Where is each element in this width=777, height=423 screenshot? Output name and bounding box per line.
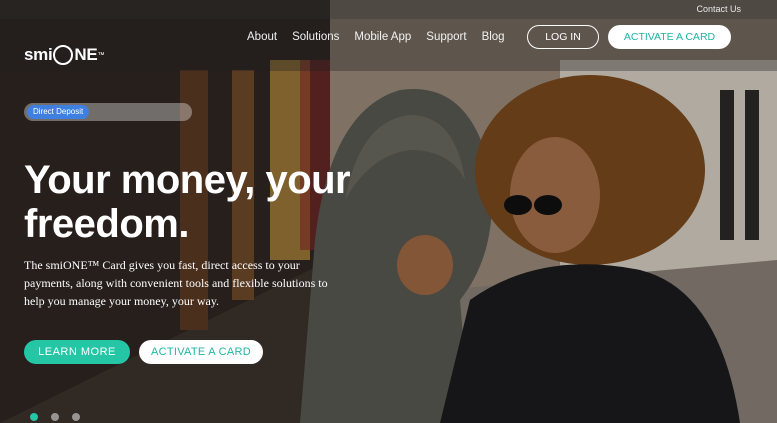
nav-item-mobile-app[interactable]: Mobile App [354, 31, 411, 43]
carousel-dot-1[interactable] [30, 413, 38, 421]
hero-headline: Your money, your freedom. [24, 158, 351, 246]
header-activate-card-button[interactable]: ACTIVATE A CARD [608, 25, 731, 49]
logo-wordmark-prefix: smi [24, 45, 53, 64]
contact-us-link[interactable]: Contact Us [696, 4, 741, 14]
trademark-mark: ™ [97, 51, 105, 59]
utility-bar: Contact Us [0, 0, 777, 19]
login-button[interactable]: LOG IN [527, 25, 599, 49]
hero-activate-card-button[interactable]: ACTIVATE A CARD [139, 340, 263, 364]
nav-item-blog[interactable]: Blog [482, 31, 505, 43]
direct-deposit-badge[interactable]: Direct Deposit [27, 105, 90, 119]
carousel-dot-2[interactable] [51, 413, 59, 421]
learn-more-button[interactable]: LEARN MORE [24, 340, 130, 364]
site-logo[interactable]: smi NE ™ [24, 44, 104, 66]
carousel-indicators [30, 413, 93, 421]
nav-item-about[interactable]: About [247, 31, 277, 43]
smione-logo-mark-icon [53, 45, 74, 65]
main-nav: About Solutions Mobile App Support Blog [247, 31, 520, 43]
logo-wordmark-suffix: NE [74, 45, 98, 64]
nav-item-solutions[interactable]: Solutions [292, 31, 339, 43]
hero-subtext: The smiONE™ Card gives you fast, direct … [24, 258, 328, 308]
nav-item-support[interactable]: Support [426, 31, 466, 43]
hero-tag-pill: Direct Deposit [24, 103, 192, 121]
carousel-dot-3[interactable] [72, 413, 80, 421]
